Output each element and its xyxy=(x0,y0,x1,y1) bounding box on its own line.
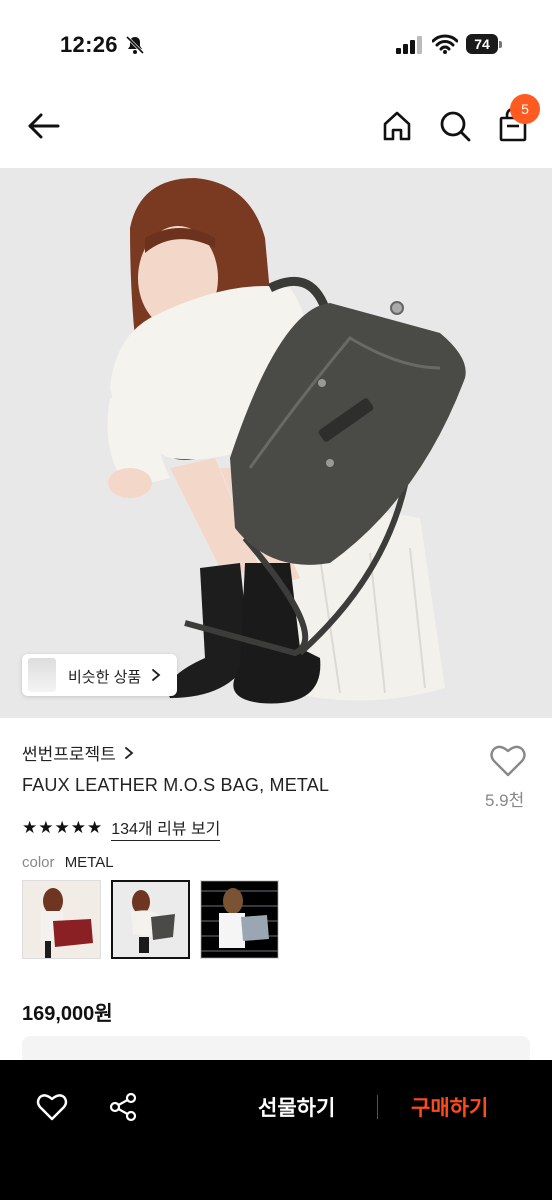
cart-count-badge: 5 xyxy=(510,94,540,124)
selected-color-value: METAL xyxy=(64,854,114,871)
battery-indicator: 74 xyxy=(466,34,502,54)
battery-tip xyxy=(499,41,502,48)
signal-icon xyxy=(396,36,422,54)
back-arrow-icon[interactable] xyxy=(24,106,64,146)
top-nav xyxy=(0,90,552,168)
brand-name: 썬번프로젝트 xyxy=(22,745,116,764)
status-time: 12:26 xyxy=(60,32,118,57)
review-link[interactable]: 134개 리뷰 보기 xyxy=(111,815,221,841)
bell-off-icon xyxy=(125,35,145,55)
bottom-action-bar: 선물하기 구매하기 xyxy=(0,1060,552,1200)
similar-product-thumbnail xyxy=(28,658,56,692)
color-label: color xyxy=(22,854,55,871)
divider xyxy=(377,1095,378,1119)
model-with-bag-illustration xyxy=(0,168,552,718)
metal-bag-thumbnail xyxy=(113,882,188,957)
chevron-right-icon xyxy=(124,746,134,759)
chevron-right-icon xyxy=(152,669,161,681)
gift-button[interactable]: 선물하기 xyxy=(258,1092,335,1122)
rating-row: ★★★★★ 134개 리뷰 보기 xyxy=(22,815,221,841)
product-price: 169,000원 xyxy=(22,1003,113,1025)
battery-level: 74 xyxy=(466,34,498,54)
similar-products-chip[interactable]: 비슷한 상품 xyxy=(22,654,177,696)
home-icon[interactable] xyxy=(377,106,417,146)
color-swatches xyxy=(22,880,279,959)
buy-button[interactable]: 구매하기 xyxy=(411,1092,488,1122)
status-bar: 12:26 74 xyxy=(0,0,552,90)
color-selection-row: color METAL xyxy=(22,854,114,871)
heart-icon[interactable] xyxy=(36,1092,68,1122)
brand-link[interactable]: 썬번프로젝트 xyxy=(22,740,134,765)
search-icon[interactable] xyxy=(435,106,475,146)
color-swatch-grey-blue[interactable] xyxy=(200,880,279,959)
wifi-icon xyxy=(432,34,458,54)
product-hero-image[interactable]: 비슷한 상품 xyxy=(0,168,552,718)
color-swatch-burgundy[interactable] xyxy=(22,880,101,959)
rating-stars: ★★★★★ xyxy=(22,818,104,837)
similar-products-label: 비슷한 상품 xyxy=(68,669,142,686)
share-icon[interactable] xyxy=(108,1092,138,1122)
like-count: 5.9천 xyxy=(485,791,525,810)
burgundy-bag-thumbnail xyxy=(23,881,100,958)
heart-icon[interactable] xyxy=(489,743,527,779)
product-title: FAUX LEATHER M.O.S BAG, METAL xyxy=(22,775,330,795)
grey-blue-bag-thumbnail xyxy=(201,881,278,958)
color-swatch-metal[interactable] xyxy=(111,880,190,959)
